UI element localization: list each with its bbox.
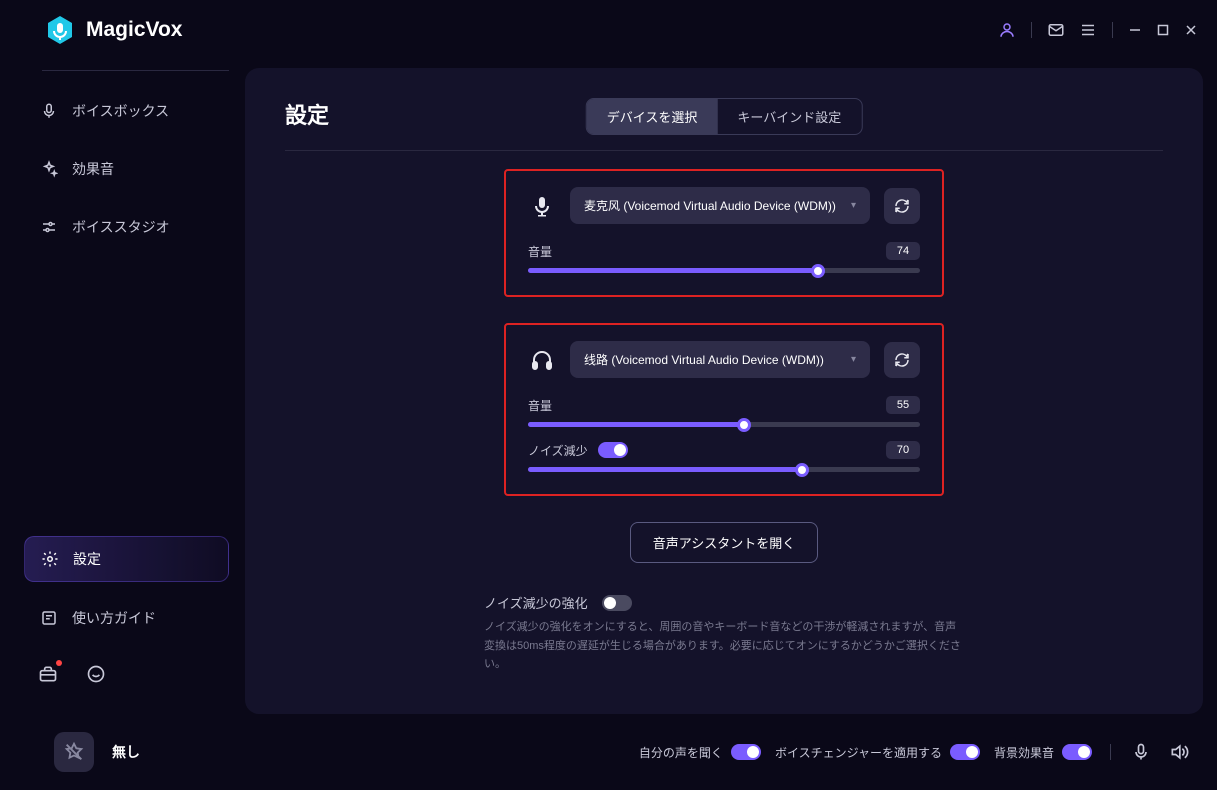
title-right — [995, 18, 1201, 42]
sidebar-item-voicebox[interactable]: ボイスボックス — [24, 89, 229, 133]
mail-icon[interactable] — [1044, 18, 1068, 42]
bg-sound-toggle[interactable] — [1062, 744, 1092, 760]
noise-reduction-label: ノイズ減少 — [528, 442, 628, 459]
main-panel: 設定 デバイスを選択 キーバインド設定 麦克风 (Voicemod Virtua… — [245, 68, 1203, 714]
noise-reduction-toggle[interactable] — [598, 442, 628, 458]
hear-self-control: 自分の声を聞く — [639, 744, 761, 761]
sidebar-divider — [42, 70, 229, 71]
output-volume-label: 音量 — [528, 397, 552, 414]
output-device-dropdown[interactable]: 线路 (Voicemod Virtual Audio Device (WDM))… — [570, 341, 870, 378]
mic-icon — [528, 192, 556, 220]
notification-dot — [56, 660, 62, 666]
user-icon[interactable] — [995, 18, 1019, 42]
sidebar-item-label: ボイスボックス — [72, 101, 169, 121]
divider — [1112, 22, 1113, 38]
device-block-output: 线路 (Voicemod Virtual Audio Device (WDM))… — [504, 323, 944, 496]
mic-device-dropdown[interactable]: 麦克风 (Voicemod Virtual Audio Device (WDM)… — [570, 187, 870, 224]
output-device-selected: 线路 (Voicemod Virtual Audio Device (WDM)) — [584, 351, 824, 368]
preset-icon[interactable] — [54, 732, 94, 772]
sidebar-item-soundfx[interactable]: 効果音 — [24, 147, 229, 191]
window-maximize[interactable] — [1153, 20, 1173, 40]
noise-enhance-toggle[interactable] — [602, 595, 632, 611]
chevron-down-icon: ▾ — [851, 200, 856, 211]
apply-changer-toggle[interactable] — [950, 744, 980, 760]
noise-enhance-desc: ノイズ減少の強化をオンにすると、周囲の音やキーボード音などの干渉が軽減されますが… — [484, 618, 964, 674]
open-voice-assistant-button[interactable]: 音声アシスタントを開く — [630, 522, 818, 563]
bottombar-left: 無し — [54, 732, 140, 772]
bottombar: 無し 自分の声を聞く ボイスチェンジャーを適用する 背景効果音 — [0, 714, 1217, 790]
gear-icon — [41, 550, 59, 568]
mic-volume-row: 音量 74 — [528, 242, 920, 273]
output-volume-value: 55 — [886, 396, 920, 414]
output-volume-slider[interactable] — [528, 422, 920, 427]
noise-reduction-slider[interactable] — [528, 467, 920, 472]
app-logo-icon — [44, 14, 76, 46]
hear-self-toggle[interactable] — [731, 744, 761, 760]
mic-volume-label: 音量 — [528, 243, 552, 260]
chevron-down-icon: ▾ — [851, 354, 856, 365]
divider — [1110, 744, 1111, 760]
mic-refresh-button[interactable] — [884, 188, 920, 224]
device-block-mic: 麦克风 (Voicemod Virtual Audio Device (WDM)… — [504, 169, 944, 297]
titlebar: MagicVox — [0, 0, 1217, 60]
preset-label: 無し — [112, 742, 140, 762]
noise-reduction-row: ノイズ減少 70 — [528, 441, 920, 472]
divider — [1031, 22, 1032, 38]
bottombar-right: 自分の声を聞く ボイスチェンジャーを適用する 背景効果音 — [639, 740, 1191, 764]
noise-reduction-value: 70 — [886, 441, 920, 459]
sparkle-icon — [40, 160, 58, 178]
window-minimize[interactable] — [1125, 20, 1145, 40]
bg-sound-control: 背景効果音 — [994, 744, 1092, 761]
tab-keybind[interactable]: キーバインド設定 — [717, 99, 861, 134]
headphones-icon — [528, 346, 556, 374]
sidebar-item-guide[interactable]: 使い方ガイド — [24, 596, 229, 640]
settings-tabs: デバイスを選択 キーバインド設定 — [586, 98, 863, 135]
mic-volume-slider[interactable] — [528, 268, 920, 273]
sidebar-bottom-icons — [24, 654, 229, 694]
noise-enhance-title: ノイズ減少の強化 — [484, 593, 588, 612]
sidebar-item-label: 設定 — [73, 549, 101, 569]
noise-enhance-block: ノイズ減少の強化 ノイズ減少の強化をオンにすると、周囲の音やキーボード音などの干… — [484, 593, 964, 674]
output-volume-row: 音量 55 — [528, 396, 920, 427]
sidebar-item-label: 効果音 — [72, 159, 114, 179]
menu-icon[interactable] — [1076, 18, 1100, 42]
apply-changer-control: ボイスチェンジャーを適用する — [775, 744, 980, 761]
mic-device-selected: 麦克风 (Voicemod Virtual Audio Device (WDM)… — [584, 197, 836, 214]
sidebar-item-label: 使い方ガイド — [72, 608, 156, 628]
sidebar: ボイスボックス 効果音 ボイススタジオ 設定 使い方ガイド — [0, 60, 245, 714]
speaker-icon[interactable] — [1167, 740, 1191, 764]
main-header: 設定 デバイスを選択 キーバインド設定 — [285, 98, 1163, 130]
app-logo: MagicVox — [44, 14, 182, 46]
book-icon — [40, 609, 58, 627]
toolbox-icon[interactable] — [36, 662, 60, 686]
page-title: 設定 — [285, 98, 329, 130]
tab-device[interactable]: デバイスを選択 — [587, 99, 718, 134]
chat-icon[interactable] — [84, 662, 108, 686]
sliders-icon — [40, 218, 58, 236]
sidebar-item-settings[interactable]: 設定 — [24, 536, 229, 582]
app-name: MagicVox — [86, 18, 182, 42]
mic-icon[interactable] — [1129, 740, 1153, 764]
main-divider — [285, 150, 1163, 151]
sidebar-item-label: ボイススタジオ — [72, 217, 170, 237]
sidebar-item-voicestudio[interactable]: ボイススタジオ — [24, 205, 229, 249]
hear-self-label: 自分の声を聞く — [639, 744, 723, 761]
window-close[interactable] — [1181, 20, 1201, 40]
output-refresh-button[interactable] — [884, 342, 920, 378]
mic-volume-value: 74 — [886, 242, 920, 260]
apply-changer-label: ボイスチェンジャーを適用する — [775, 744, 942, 761]
bg-sound-label: 背景効果音 — [994, 744, 1054, 761]
mic-icon — [40, 102, 58, 120]
